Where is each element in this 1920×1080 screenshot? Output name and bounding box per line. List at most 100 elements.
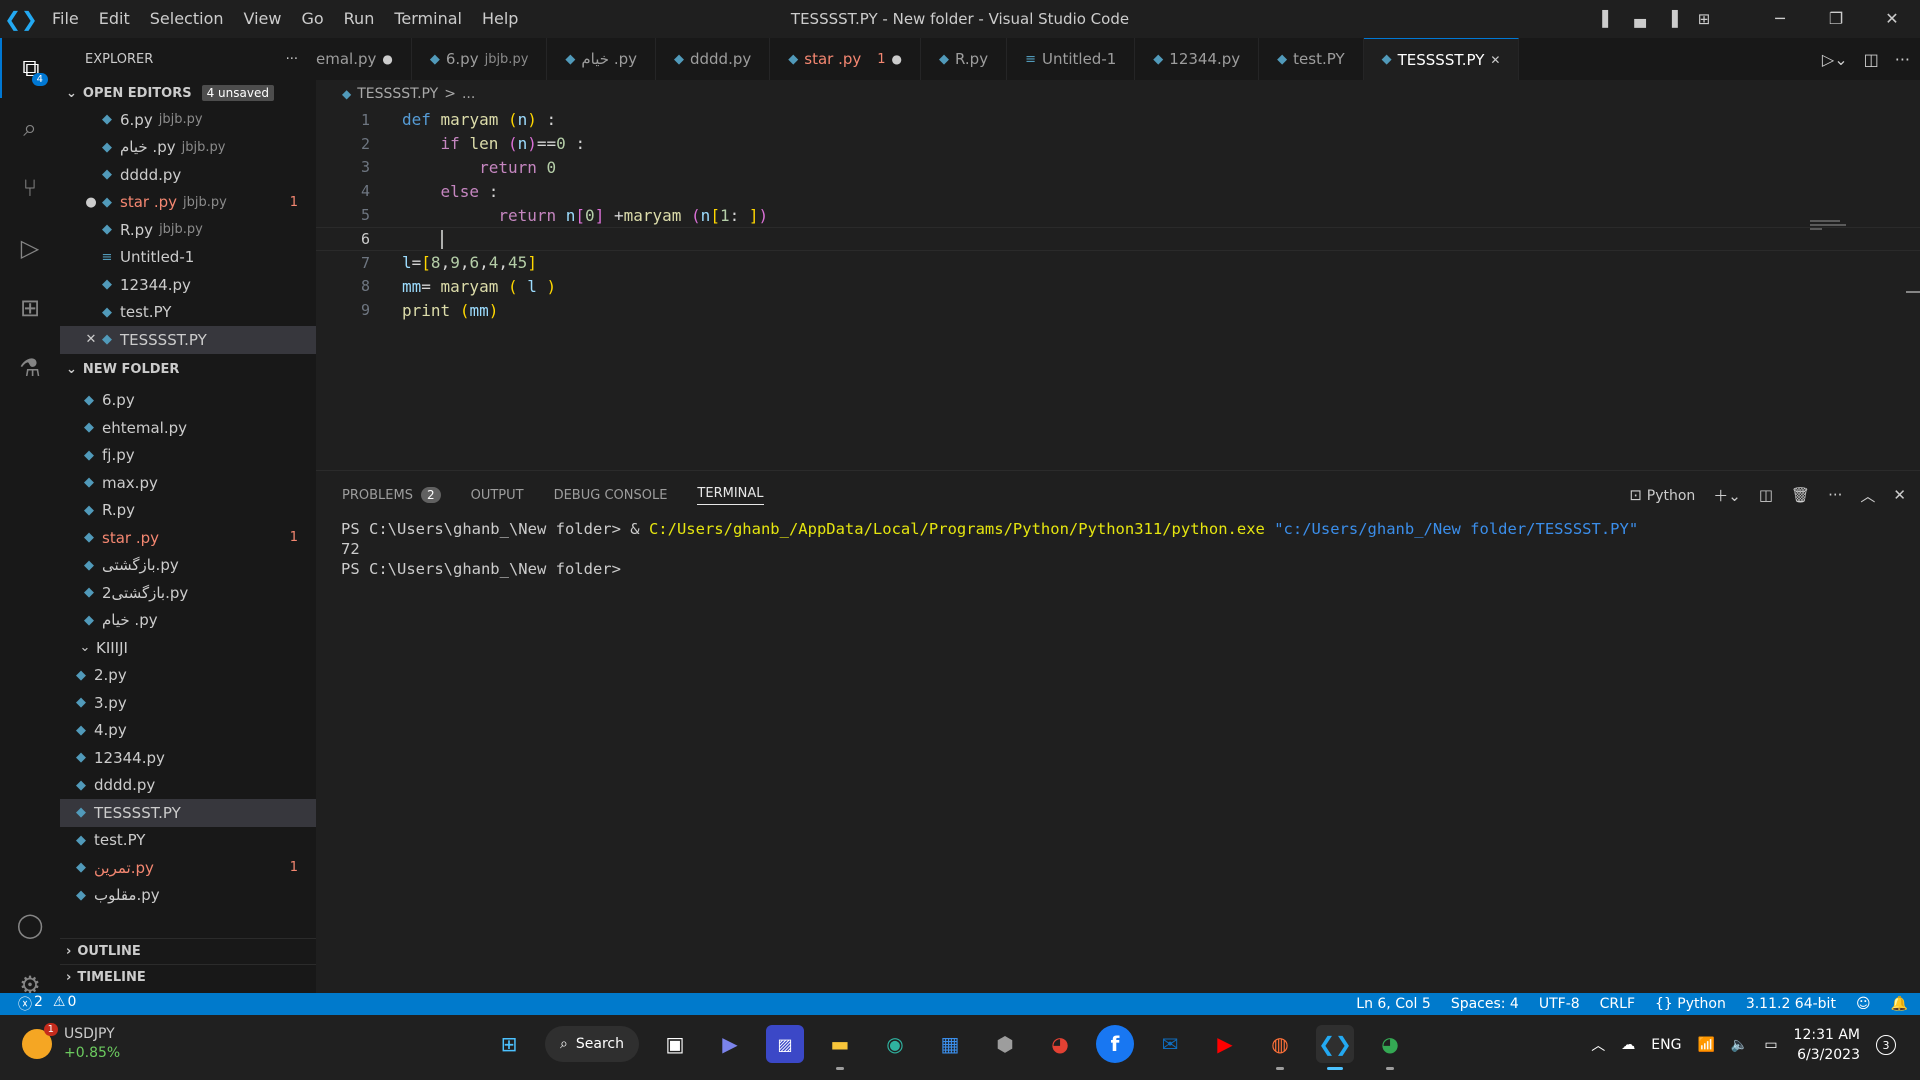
open-editor-item[interactable]: ◆ R.py jbjb.py xyxy=(60,216,316,244)
more-actions-icon[interactable]: ··· xyxy=(1828,486,1842,504)
python-interpreter[interactable]: 3.11.2 64-bit xyxy=(1746,996,1836,1012)
start-icon[interactable]: ⊞ xyxy=(490,1025,528,1063)
open-editor-item[interactable]: ◆ dddd.py xyxy=(60,161,316,189)
tab-output[interactable]: OUTPUT xyxy=(471,471,524,519)
split-editor-icon[interactable]: ◫ xyxy=(1864,50,1879,69)
customize-layout-icon[interactable]: ⊞ xyxy=(1688,0,1720,38)
breadcrumb-symbol[interactable]: ... xyxy=(462,86,475,102)
new-folder-section[interactable]: ⌄ NEW FOLDER xyxy=(60,357,316,383)
volume-icon[interactable]: 🔈 xyxy=(1731,1037,1748,1053)
tab-problems[interactable]: PROBLEMS 2 xyxy=(342,471,441,519)
editor-tab[interactable]: ◆ 12344.py xyxy=(1135,38,1260,80)
feedback-icon[interactable]: ☺ xyxy=(1856,996,1871,1012)
file-tree-item[interactable]: ◆ max.py xyxy=(60,469,316,497)
menu-help[interactable]: Help xyxy=(472,0,528,38)
close-window-icon[interactable]: ✕ xyxy=(1864,0,1920,38)
status-problems[interactable]: ⓧ 2 ⚠ 0 xyxy=(0,994,76,1014)
indentation[interactable]: Spaces: 4 xyxy=(1451,996,1519,1012)
split-terminal-icon[interactable]: ◫ xyxy=(1759,486,1773,504)
cursor-position[interactable]: Ln 6, Col 5 xyxy=(1356,996,1431,1012)
tray-overflow-icon[interactable]: ︿ xyxy=(1591,1035,1605,1055)
language-mode[interactable]: {} Python xyxy=(1655,996,1726,1012)
menu-file[interactable]: File xyxy=(42,0,89,38)
file-tree-item[interactable]: ◆ بازگشتی2.py xyxy=(60,579,316,607)
editor-tab[interactable]: ◆ dddd.py xyxy=(656,38,771,80)
file-tree-item[interactable]: ◆ مقلوب.py xyxy=(60,882,316,910)
editor-tab[interactable]: ◆ TESSSST.PY ✕ xyxy=(1363,38,1520,80)
file-tree-item[interactable]: ◆ خیام .py xyxy=(60,607,316,635)
outline-section[interactable]: › OUTLINE xyxy=(60,938,316,964)
open-editors-section[interactable]: ⌄ OPEN EDITORS 4 unsaved xyxy=(60,80,316,106)
account-icon[interactable]: ◯ xyxy=(0,895,60,955)
file-tree-item[interactable]: ◆ TESSSST.PY xyxy=(60,799,316,827)
tab-terminal[interactable]: TERMINAL xyxy=(697,471,764,519)
file-tree-item[interactable]: ◆ تمرین.py 1 xyxy=(60,854,316,882)
new-terminal-icon[interactable]: ＋⌄ xyxy=(1713,485,1741,506)
minimize-icon[interactable]: ─ xyxy=(1752,0,1808,38)
widgets-button[interactable]: 1 USDJPY +0.85% xyxy=(22,1023,120,1063)
outlook-icon[interactable]: ✉ xyxy=(1151,1025,1189,1063)
menu-run[interactable]: Run xyxy=(334,0,385,38)
run-python-icon[interactable]: ▷⌄ xyxy=(1822,50,1848,69)
taskbar-search[interactable]: ⌕ Search xyxy=(545,1026,639,1062)
explorer-more-icon[interactable]: ··· xyxy=(286,52,298,67)
open-editor-item[interactable]: ◆ 12344.py xyxy=(60,271,316,299)
clock[interactable]: 12:31 AM 6/3/2023 xyxy=(1794,1025,1860,1065)
file-tree-item[interactable]: ◆ 12344.py xyxy=(60,744,316,772)
editor-tab[interactable]: ◆ 6.py jbjb.py xyxy=(412,38,548,80)
file-tree-item[interactable]: ◆ test.PY xyxy=(60,827,316,855)
more-actions-icon[interactable]: ··· xyxy=(1895,50,1910,69)
restore-icon[interactable]: ❐ xyxy=(1808,0,1864,38)
notification-count[interactable]: 3 xyxy=(1876,1035,1896,1055)
toggle-sidebar-icon[interactable]: ▌ xyxy=(1592,0,1624,38)
editor-tab[interactable]: ◆ star .py 1 ● xyxy=(770,38,922,80)
file-tree-item[interactable]: ◆ 2.py xyxy=(60,662,316,690)
firefox-icon[interactable]: ◍ xyxy=(1261,1025,1299,1070)
file-explorer-icon[interactable]: ▬ xyxy=(821,1025,859,1070)
teams-chat-icon[interactable]: ▶ xyxy=(711,1025,749,1063)
line-ending[interactable]: CRLF xyxy=(1600,996,1635,1012)
file-tree-item[interactable]: ◆ بازگشتی.py xyxy=(60,552,316,580)
dirty-dot-icon[interactable]: ● xyxy=(892,52,902,66)
toggle-panel-icon[interactable]: ▄ xyxy=(1624,0,1656,38)
maximize-panel-icon[interactable]: ︿ xyxy=(1860,485,1875,506)
extensions-icon[interactable]: ⊞ xyxy=(0,278,60,338)
menu-selection[interactable]: Selection xyxy=(140,0,234,38)
edge-icon[interactable]: ◉ xyxy=(876,1025,914,1063)
minimap[interactable] xyxy=(1810,218,1850,238)
close-icon[interactable]: ✕ xyxy=(84,332,98,347)
facebook-icon[interactable]: f xyxy=(1096,1025,1134,1063)
timeline-section[interactable]: › TIMELINE xyxy=(60,964,316,990)
open-editor-item[interactable]: ≡ Untitled-1 xyxy=(60,244,316,272)
task-view-icon[interactable]: ▣ xyxy=(656,1025,694,1063)
file-tree-item[interactable]: ◆ fj.py xyxy=(60,442,316,470)
search-icon[interactable]: ⌕ xyxy=(0,98,60,158)
subfolder-item[interactable]: ⌄ KIIIJI xyxy=(60,634,316,662)
youtube-icon[interactable]: ▶ xyxy=(1206,1025,1244,1063)
file-tree-item[interactable]: ◆ 6.py xyxy=(60,387,316,415)
chrome-profile-icon[interactable]: ◕ xyxy=(1371,1025,1409,1070)
terminal-output[interactable]: PS C:\Users\ghanb_\New folder> & C:/User… xyxy=(316,519,1920,579)
file-tree-item[interactable]: ◆ 3.py xyxy=(60,689,316,717)
store-icon[interactable]: ▦ xyxy=(931,1025,969,1063)
editor-tab[interactable]: emal.py ● xyxy=(316,38,412,80)
open-editor-item[interactable]: ◆ خیام .py jbjb.py xyxy=(60,134,316,162)
open-editor-item[interactable]: ◆ test.PY xyxy=(60,299,316,327)
tab-debug-console[interactable]: DEBUG CONSOLE xyxy=(554,471,668,519)
onedrive-icon[interactable]: ☁ xyxy=(1621,1037,1635,1053)
toggle-secondary-sidebar-icon[interactable]: ▐ xyxy=(1656,0,1688,38)
wifi-icon[interactable]: 📶 xyxy=(1697,1037,1714,1053)
dirty-dot-icon[interactable]: ● xyxy=(382,52,392,66)
code-editor[interactable]: 1 def maryam (n) : 2 if len (n)==0 : 3 re… xyxy=(316,108,1920,470)
file-tree-item[interactable]: ◆ 4.py xyxy=(60,717,316,745)
file-tree-item[interactable]: ◆ ehtemal.py xyxy=(60,414,316,442)
battery-icon[interactable]: ▭ xyxy=(1764,1037,1777,1053)
menu-terminal[interactable]: Terminal xyxy=(384,0,472,38)
menu-edit[interactable]: Edit xyxy=(89,0,140,38)
run-debug-icon[interactable]: ▷ xyxy=(0,218,60,278)
file-tree-item[interactable]: ◆ R.py xyxy=(60,497,316,525)
chrome-icon[interactable]: ◕ xyxy=(1041,1025,1079,1063)
editor-tab[interactable]: ◆ خیام .py xyxy=(547,38,656,80)
close-panel-icon[interactable]: ✕ xyxy=(1893,486,1906,504)
kill-terminal-icon[interactable]: 🗑 xyxy=(1791,486,1810,504)
